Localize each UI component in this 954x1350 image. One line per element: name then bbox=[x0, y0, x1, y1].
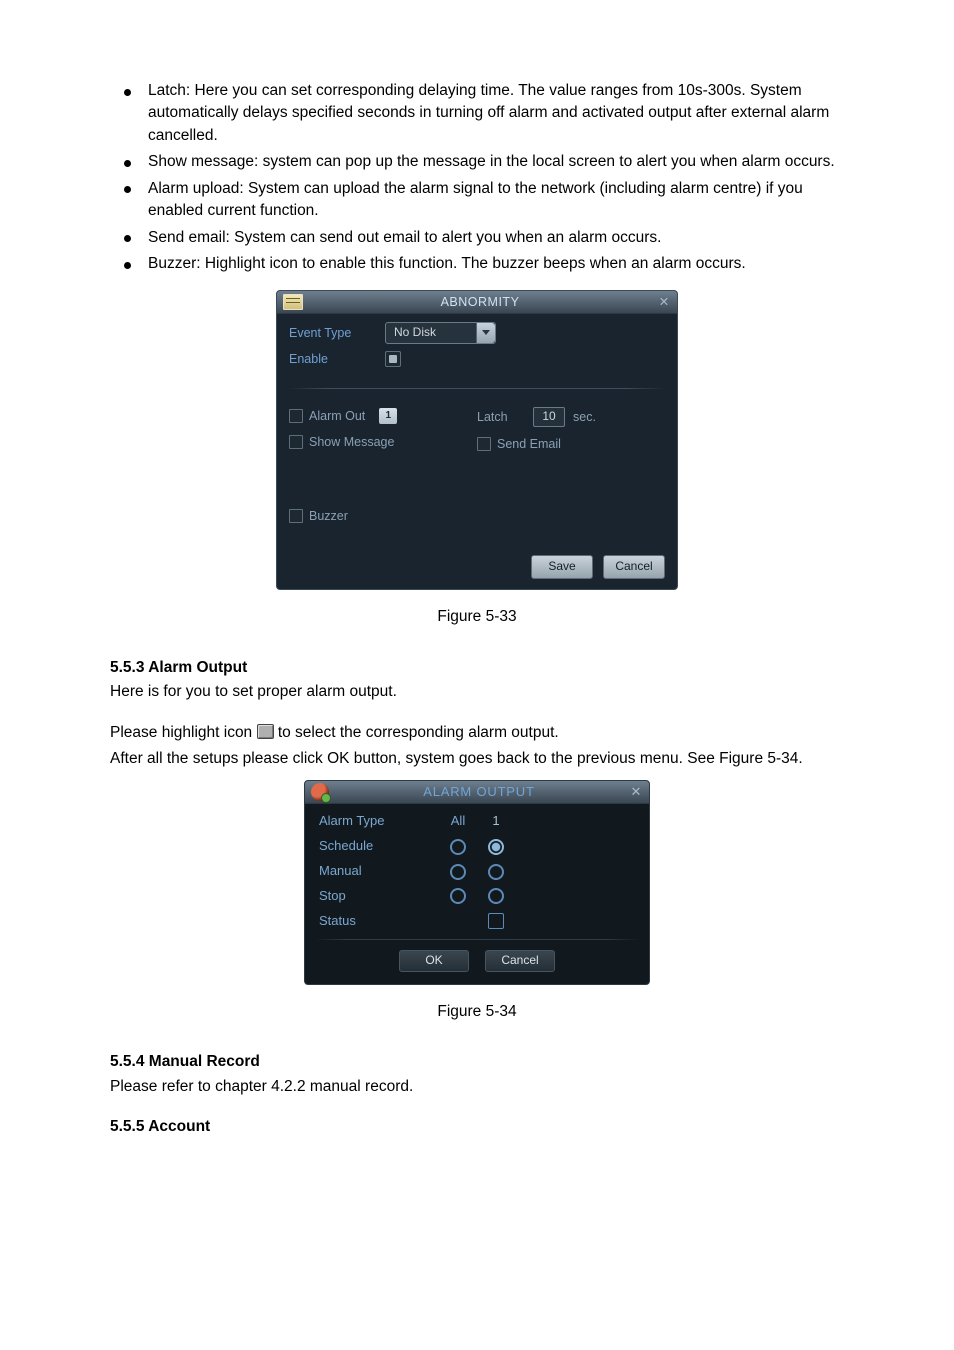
bullet-item: Show message: system can pop up the mess… bbox=[110, 151, 844, 173]
row-label-manual: Manual bbox=[319, 862, 439, 881]
stop-all-radio[interactable] bbox=[450, 888, 466, 904]
show-message-checkbox[interactable] bbox=[289, 435, 303, 449]
para-manual-record: Please refer to chapter 4.2.2 manual rec… bbox=[110, 1076, 844, 1098]
row-label-stop: Stop bbox=[319, 887, 439, 906]
bullet-item: Latch: Here you can set corresponding de… bbox=[110, 80, 844, 147]
ok-button[interactable]: OK bbox=[399, 950, 469, 972]
send-email-label: Send Email bbox=[497, 435, 561, 453]
manual-all-radio[interactable] bbox=[450, 864, 466, 880]
bullet-list: Latch: Here you can set corresponding de… bbox=[110, 80, 844, 276]
alarm-output-system-icon bbox=[311, 783, 329, 801]
latch-unit: sec. bbox=[573, 408, 596, 426]
separator bbox=[315, 939, 639, 940]
figure-caption-534: Figure 5-34 bbox=[110, 1001, 844, 1023]
cancel-button[interactable]: Cancel bbox=[485, 950, 555, 972]
heading-manual-record: 5.5.4 Manual Record bbox=[110, 1051, 844, 1073]
para-alarm-output-2a: Please highlight icon bbox=[110, 724, 257, 741]
close-icon[interactable]: ✕ bbox=[629, 783, 643, 802]
alarm-output-titlebar: ALARM OUTPUT ✕ bbox=[305, 781, 649, 804]
manual-1-radio[interactable] bbox=[488, 864, 504, 880]
abnormity-dialog: ABNORMITY ✕ Event Type No Disk Enable bbox=[276, 290, 678, 590]
abnormity-titlebar: ABNORMITY ✕ bbox=[277, 291, 677, 314]
para-alarm-output-2b: to select the corresponding alarm output… bbox=[278, 724, 559, 741]
heading-alarm-output: 5.5.3 Alarm Output bbox=[110, 657, 844, 679]
bullet-item: Buzzer: Highlight icon to enable this fu… bbox=[110, 253, 844, 275]
status-1-indicator bbox=[488, 913, 504, 929]
abnormity-body: Event Type No Disk Enable Alarm Out 1 bbox=[277, 314, 677, 589]
event-type-select[interactable]: No Disk bbox=[385, 322, 496, 344]
alarm-output-title: ALARM OUTPUT bbox=[329, 783, 629, 802]
heading-account: 5.5.5 Account bbox=[110, 1116, 844, 1138]
para-alarm-output-3: After all the setups please click OK but… bbox=[110, 748, 844, 770]
separator bbox=[289, 388, 665, 389]
latch-input[interactable]: 10 bbox=[533, 407, 565, 427]
enable-label: Enable bbox=[289, 350, 385, 368]
col-all: All bbox=[439, 812, 477, 831]
schedule-all-radio[interactable] bbox=[450, 839, 466, 855]
buzzer-checkbox[interactable] bbox=[289, 509, 303, 523]
figure-caption-533: Figure 5-33 bbox=[110, 606, 844, 628]
alarm-out-channel-1[interactable]: 1 bbox=[379, 408, 397, 424]
stop-1-radio[interactable] bbox=[488, 888, 504, 904]
event-type-value: No Disk bbox=[386, 324, 476, 341]
para-alarm-output-2: Please highlight icon to select the corr… bbox=[110, 722, 844, 744]
send-email-checkbox[interactable] bbox=[477, 437, 491, 451]
buzzer-label: Buzzer bbox=[309, 507, 348, 525]
bullet-item: Alarm upload: System can upload the alar… bbox=[110, 178, 844, 223]
row-label-schedule: Schedule bbox=[319, 837, 439, 856]
alarm-output-body: Alarm Type All 1 Schedule Manual Stop St… bbox=[305, 804, 649, 983]
enable-checkbox[interactable] bbox=[385, 351, 401, 367]
para-alarm-output-1: Here is for you to set proper alarm outp… bbox=[110, 681, 844, 703]
close-icon[interactable]: ✕ bbox=[657, 293, 671, 311]
chevron-down-icon[interactable] bbox=[476, 323, 495, 343]
bullet-item: Send email: System can send out email to… bbox=[110, 227, 844, 249]
highlight-icon bbox=[257, 724, 274, 739]
alarm-out-label: Alarm Out bbox=[309, 407, 365, 425]
col-1: 1 bbox=[477, 812, 515, 831]
event-type-label: Event Type bbox=[289, 324, 385, 342]
show-message-label: Show Message bbox=[309, 433, 394, 451]
save-button[interactable]: Save bbox=[531, 555, 593, 579]
row-label-alarm-type: Alarm Type bbox=[319, 812, 439, 831]
alarm-output-dialog: ALARM OUTPUT ✕ Alarm Type All 1 Schedule… bbox=[304, 780, 650, 984]
cancel-button[interactable]: Cancel bbox=[603, 555, 665, 579]
schedule-1-radio[interactable] bbox=[488, 839, 504, 855]
alarm-out-checkbox[interactable] bbox=[289, 409, 303, 423]
alarm-output-table: Alarm Type All 1 Schedule Manual Stop St… bbox=[319, 812, 635, 930]
row-label-status: Status bbox=[319, 912, 439, 931]
abnormity-system-icon bbox=[283, 294, 303, 310]
latch-label: Latch bbox=[477, 408, 525, 426]
abnormity-title: ABNORMITY bbox=[303, 293, 657, 311]
